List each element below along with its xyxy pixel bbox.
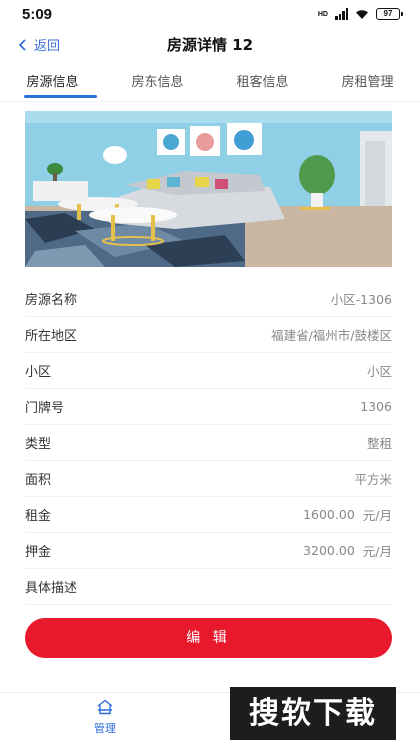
- detail-value: 小区-1306: [330, 292, 392, 307]
- tab-rent-management[interactable]: 房租管理: [315, 62, 420, 101]
- detail-list: 房源名称 小区-1306 所在地区 福建省/福州市/鼓楼区 小区 小区 门牌号 …: [25, 281, 392, 605]
- tab-bar: 房源信息 房东信息 租客信息 房租管理: [0, 62, 420, 102]
- detail-row-community: 小区 小区: [25, 353, 392, 389]
- detail-value: 福建省/福州市/鼓楼区: [271, 328, 392, 343]
- detail-row-name: 房源名称 小区-1306: [25, 281, 392, 317]
- status-time: 5:09: [22, 6, 53, 23]
- detail-row-type: 类型 整租: [25, 425, 392, 461]
- property-photo: [25, 111, 392, 267]
- detail-value: 整租: [366, 436, 392, 451]
- detail-row-door-number: 门牌号 1306: [25, 389, 392, 425]
- detail-label: 房源名称: [25, 293, 78, 308]
- tab-tenant-info[interactable]: 租客信息: [210, 62, 315, 101]
- detail-value: 3200.00: [303, 543, 355, 558]
- detail-row-rent: 租金 1600.00 元/月: [25, 497, 392, 533]
- watermark: 搜软下载: [230, 687, 396, 740]
- page-title: 房源详情 12: [166, 36, 254, 54]
- wifi-icon: [356, 10, 368, 19]
- status-icons: HD 97: [317, 8, 403, 20]
- detail-row-deposit: 押金 3200.00 元/月: [25, 533, 392, 569]
- tab-landlord-info[interactable]: 房东信息: [105, 62, 210, 101]
- bottom-nav-manage-label: 管理: [94, 722, 116, 735]
- detail-row-region: 所在地区 福建省/福州市/鼓楼区: [25, 317, 392, 353]
- detail-value: 平方米: [354, 472, 392, 487]
- signal-icon: [335, 8, 348, 20]
- detail-label: 门牌号: [25, 401, 65, 416]
- edit-button[interactable]: 编 辑: [25, 618, 392, 658]
- detail-label: 类型: [25, 437, 52, 452]
- detail-label: 押金: [25, 545, 52, 560]
- battery-icon: 97: [376, 8, 403, 20]
- bottom-nav-manage[interactable]: 管理: [80, 699, 130, 736]
- detail-label: 面积: [25, 473, 52, 488]
- detail-row-area: 面积 平方米: [25, 461, 392, 497]
- nav-bar: 返回 房源详情 12: [0, 30, 420, 60]
- detail-value: 1600.00: [303, 507, 355, 522]
- tab-property-info[interactable]: 房源信息: [0, 62, 105, 101]
- detail-unit: 元/月: [362, 508, 392, 523]
- home-icon: [97, 699, 113, 715]
- detail-label: 所在地区: [25, 329, 78, 344]
- detail-label: 小区: [25, 365, 52, 380]
- detail-label: 具体描述: [25, 581, 78, 596]
- status-bar: 5:09 HD 97: [0, 0, 420, 30]
- detail-unit: 元/月: [362, 544, 392, 559]
- detail-value: 小区: [366, 364, 392, 379]
- detail-row-description: 具体描述: [25, 569, 392, 605]
- network-type: HD: [317, 10, 328, 18]
- detail-label: 租金: [25, 509, 52, 524]
- detail-value: 1306: [360, 399, 392, 414]
